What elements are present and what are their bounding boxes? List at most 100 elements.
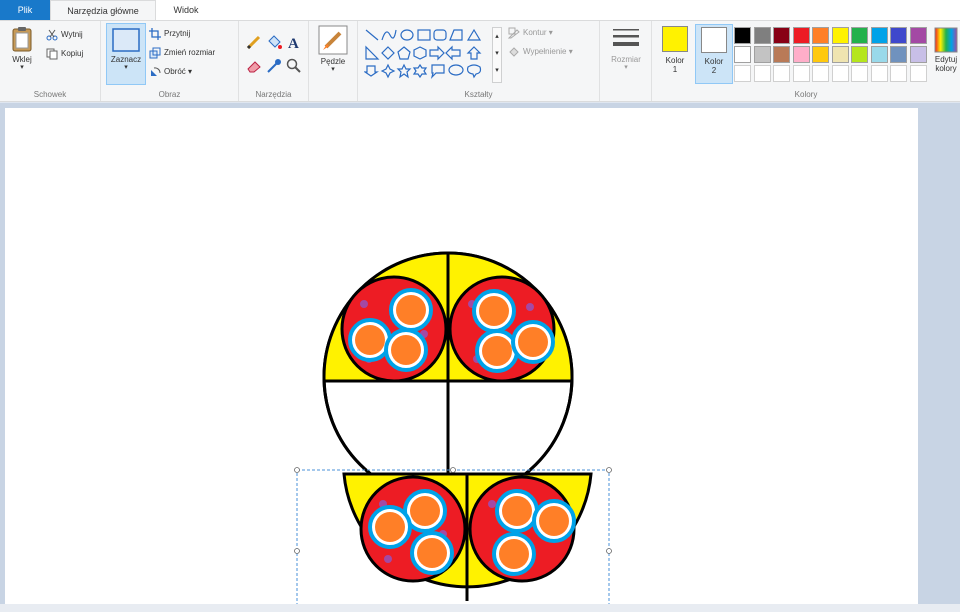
brushes-label: Pędzle [320, 57, 346, 66]
color2-button[interactable]: Kolor 2 [695, 24, 733, 84]
text-icon[interactable]: A [285, 33, 303, 51]
color-swatch[interactable] [753, 27, 771, 44]
drawing-canvas[interactable] [5, 108, 918, 612]
ribbon-tabs: Plik Narzędzia główne Widok [0, 0, 960, 20]
resize-label: Zmień rozmiar [164, 48, 216, 57]
color-swatch[interactable] [734, 46, 751, 63]
shapes-scroll[interactable]: ▴ ▾ ▾ [492, 27, 502, 83]
rotate-label: Obróć [164, 67, 186, 76]
fill-bucket-icon[interactable] [265, 33, 283, 51]
chevron-down-icon: ▾ [124, 64, 128, 71]
copy-icon [46, 48, 58, 60]
edit-colors-button[interactable]: Edytuj kolory [929, 27, 960, 73]
edit-colors-label: Edytuj [934, 55, 958, 64]
color-swatch[interactable] [870, 65, 888, 82]
color-swatch[interactable] [792, 46, 810, 63]
color2-number: 2 [711, 66, 717, 75]
color-swatch[interactable] [753, 46, 771, 63]
fill-icon [509, 47, 519, 57]
color-swatch[interactable] [773, 46, 790, 63]
pencil-icon[interactable] [245, 33, 263, 51]
purple-star [526, 303, 534, 311]
color-swatch[interactable] [851, 27, 868, 44]
orange-dot [396, 295, 426, 325]
resize-button[interactable]: Zmień rozmiar [149, 45, 215, 61]
color-swatch[interactable] [909, 46, 927, 63]
outline-icon [508, 27, 520, 39]
brush-icon [318, 25, 348, 55]
rotate-icon [151, 67, 161, 76]
color1-button[interactable]: Kolor 1 [656, 24, 694, 84]
chevron-down-icon: ▾ [185, 67, 193, 76]
chevron-down-icon: ▾ [331, 66, 335, 73]
copy-label: Kopiuj [61, 49, 84, 58]
cut-button[interactable]: Wytnij [46, 27, 83, 43]
canvas-drawing[interactable] [5, 108, 918, 612]
color-swatch[interactable] [851, 46, 868, 63]
color-swatch[interactable] [812, 27, 829, 44]
color1-label: Kolor [665, 56, 685, 65]
color-swatch[interactable] [870, 27, 888, 44]
chevron-down-icon: ▾ [20, 64, 24, 71]
group-image: Zaznacz ▾ Przytnij Zmień rozmiar Obróć ▾… [101, 21, 239, 101]
edit-colors-label-2: kolory [935, 64, 957, 73]
color-swatch[interactable] [773, 65, 790, 82]
color-swatch[interactable] [734, 27, 751, 44]
color-swatch[interactable] [831, 27, 849, 44]
chevron-down-icon[interactable]: ▾ [493, 45, 501, 62]
group-tools: A Narzędzia [239, 21, 309, 101]
color-swatch[interactable] [792, 27, 810, 44]
color-swatch[interactable] [773, 27, 790, 44]
rotate-button[interactable]: Obróć ▾ [149, 64, 192, 80]
magnifier-icon[interactable] [285, 57, 303, 75]
expand-gallery-icon[interactable]: ▾ [493, 62, 501, 79]
tab-view[interactable]: Widok [156, 0, 216, 20]
fill-label: Wypełnienie [523, 47, 567, 56]
workspace [0, 103, 960, 612]
color-swatch[interactable] [909, 27, 927, 44]
chevron-up-icon[interactable]: ▴ [493, 28, 501, 45]
size-button[interactable]: Rozmiar ▾ [606, 25, 646, 72]
group-label-tools: Narzędzia [255, 90, 292, 99]
purple-star [384, 555, 392, 563]
copy-button[interactable]: Kopiuj [46, 46, 83, 62]
status-strip [0, 604, 960, 612]
paste-button[interactable]: Wklej ▾ [4, 25, 40, 72]
color-swatch[interactable] [831, 65, 849, 82]
group-label-shapes: Kształty [464, 90, 493, 99]
fill-button[interactable]: Wypełnienie ▾ [508, 44, 573, 60]
clipboard-icon [12, 27, 32, 52]
color-swatch[interactable] [734, 65, 751, 82]
line-width-icon [613, 29, 639, 46]
crop-button[interactable]: Przytnij [149, 26, 190, 42]
tab-file[interactable]: Plik [0, 0, 50, 20]
color2-label: Kolor [704, 57, 724, 66]
color-swatch[interactable] [870, 46, 888, 63]
cut-label: Wytnij [61, 30, 83, 39]
shapes-gallery[interactable] [364, 27, 492, 83]
color-picker-icon[interactable] [265, 57, 283, 75]
color-swatch[interactable] [890, 46, 907, 63]
brushes-button[interactable]: Pędzle ▾ [315, 25, 351, 74]
orange-dot [417, 538, 447, 568]
color-swatch[interactable] [753, 65, 771, 82]
eraser-icon[interactable] [245, 57, 263, 75]
chevron-down-icon: ▾ [566, 47, 573, 56]
orange-dot [355, 325, 385, 355]
orange-dot [479, 296, 509, 326]
color-swatch[interactable] [812, 46, 829, 63]
color-swatch[interactable] [831, 46, 849, 63]
color-swatch[interactable] [812, 65, 829, 82]
color-palette [734, 27, 930, 87]
color-swatch[interactable] [890, 27, 907, 44]
tab-home[interactable]: Narzędzia główne [50, 0, 156, 20]
color-swatch[interactable] [851, 65, 868, 82]
color-swatch[interactable] [792, 65, 810, 82]
group-clipboard: Wklej ▾ Wytnij Kopiuj Schowek [0, 21, 101, 101]
color-swatch[interactable] [890, 65, 907, 82]
outline-button[interactable]: Kontur ▾ [508, 25, 553, 41]
color-swatch[interactable] [909, 65, 927, 82]
select-button[interactable]: Zaznacz ▾ [106, 23, 146, 85]
orange-dot [499, 539, 529, 569]
orange-dot [482, 336, 512, 366]
